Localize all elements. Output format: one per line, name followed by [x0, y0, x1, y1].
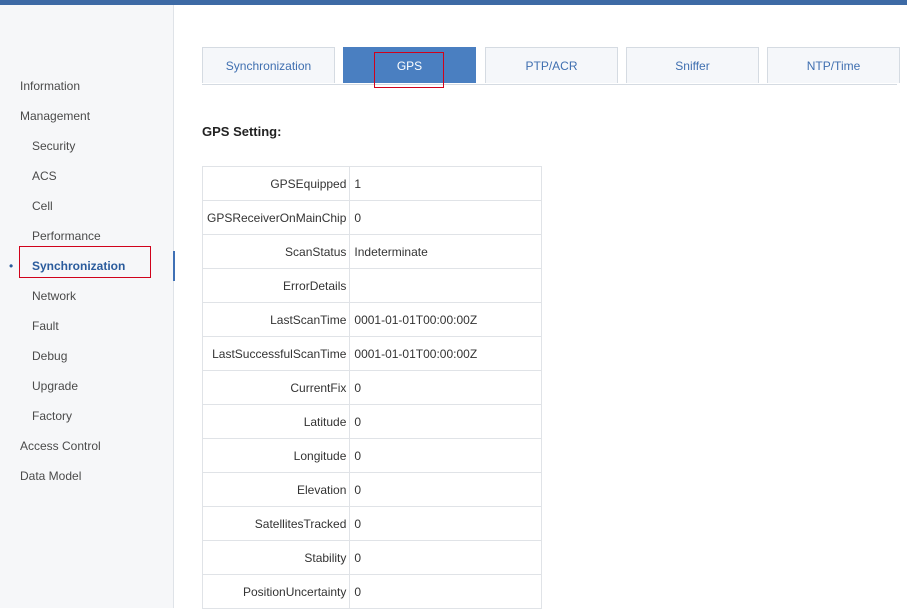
table-row: ErrorDetails: [201, 268, 542, 303]
row-value: 0: [349, 370, 542, 405]
row-key: LastScanTime: [201, 302, 351, 337]
sidebar-item-performance[interactable]: Performance: [0, 221, 174, 251]
sidebar-item-management[interactable]: Management: [0, 101, 174, 131]
table-row: GPSReceiverOnMainChip 0: [201, 200, 542, 235]
table-row: ScanStatus Indeterminate: [201, 234, 542, 269]
row-key: GPSEquipped: [201, 166, 351, 201]
row-value: 0: [349, 540, 542, 575]
tab-sniffer[interactable]: Sniffer: [626, 47, 759, 83]
sidebar-item-network[interactable]: Network: [0, 281, 174, 311]
sidebar-item-fault[interactable]: Fault: [0, 311, 174, 341]
table-row: Stability 0: [201, 540, 542, 575]
row-key: Longitude: [201, 438, 351, 473]
row-key: Latitude: [201, 404, 351, 439]
sidebar-item-acs[interactable]: ACS: [0, 161, 174, 191]
row-key: ScanStatus: [201, 234, 351, 269]
tab-gps[interactable]: GPS: [343, 47, 476, 83]
active-bullet-icon: •: [9, 259, 14, 273]
sidebar-item-upgrade[interactable]: Upgrade: [0, 371, 174, 401]
table-row: Latitude 0: [201, 404, 542, 439]
table-row: CurrentFix 0: [201, 370, 542, 405]
sidebar-item-label: Synchronization: [32, 259, 126, 273]
table-row: Longitude 0: [201, 438, 542, 473]
sidebar-item-debug[interactable]: Debug: [0, 341, 174, 371]
row-value: 0001-01-01T00:00:00Z: [349, 302, 542, 337]
sidebar-item-security[interactable]: Security: [0, 131, 174, 161]
row-value: 0: [349, 574, 542, 609]
row-value: 1: [349, 166, 542, 201]
row-key: Stability: [201, 540, 351, 575]
sidebar-item-cell[interactable]: Cell: [0, 191, 174, 221]
sidebar-item-factory[interactable]: Factory: [0, 401, 174, 431]
table-row: LastSuccessfulScanTime 0001-01-01T00:00:…: [201, 336, 542, 371]
tab-synchronization[interactable]: Synchronization: [202, 47, 335, 83]
row-value: Indeterminate: [349, 234, 542, 269]
row-key: LastSuccessfulScanTime: [201, 336, 351, 371]
sidebar-item-information[interactable]: Information: [0, 71, 174, 101]
row-value: 0: [349, 200, 542, 235]
sidebar-nav: Information Management Security ACS Cell…: [0, 71, 175, 491]
row-key: CurrentFix: [201, 370, 351, 405]
row-value: 0: [349, 506, 542, 541]
row-value: 0: [349, 404, 542, 439]
row-value: [349, 268, 542, 303]
table-row: SatellitesTracked 0: [201, 506, 542, 541]
tab-bar: Synchronization GPS PTP/ACR Sniffer NTP/…: [202, 47, 900, 85]
row-value: 0: [349, 438, 542, 473]
row-value: 0001-01-01T00:00:00Z: [349, 336, 542, 371]
row-key: SatellitesTracked: [201, 506, 351, 541]
sidebar: Information Management Security ACS Cell…: [0, 5, 175, 608]
row-key: GPSReceiverOnMainChip: [201, 200, 351, 235]
sidebar-item-synchronization[interactable]: • Synchronization: [0, 251, 175, 281]
tab-ntp-time[interactable]: NTP/Time: [767, 47, 900, 83]
tab-ptp-acr[interactable]: PTP/ACR: [485, 47, 618, 83]
row-key: Elevation: [201, 472, 351, 507]
gps-settings-table: GPSEquipped 1 GPSReceiverOnMainChip 0 Sc…: [201, 166, 542, 609]
table-row: Elevation 0: [201, 472, 542, 507]
sidebar-item-access-control[interactable]: Access Control: [0, 431, 174, 461]
table-row: PositionUncertainty 0: [201, 574, 542, 609]
row-key: PositionUncertainty: [201, 574, 351, 609]
row-value: 0: [349, 472, 542, 507]
sidebar-item-data-model[interactable]: Data Model: [0, 461, 174, 491]
table-row: GPSEquipped 1: [201, 166, 542, 201]
table-row: LastScanTime 0001-01-01T00:00:00Z: [201, 302, 542, 337]
section-title: GPS Setting:: [202, 124, 282, 139]
row-key: ErrorDetails: [201, 268, 351, 303]
